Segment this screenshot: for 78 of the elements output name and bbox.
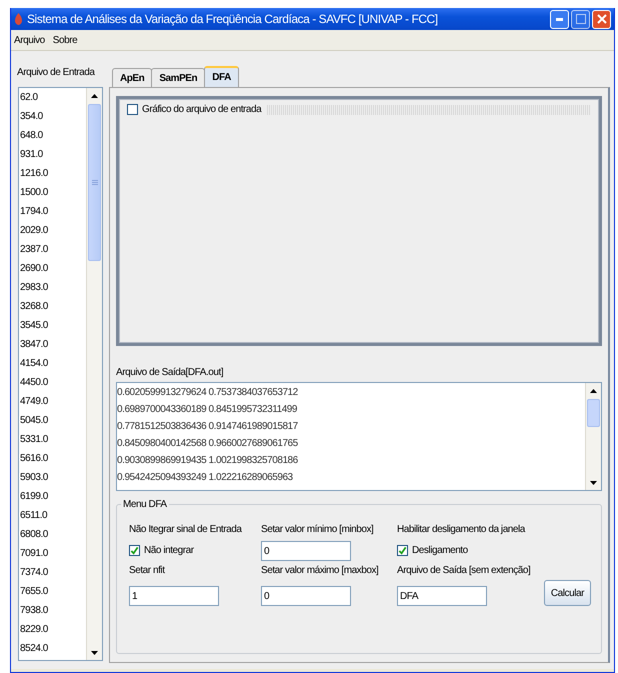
field-label: Setar valor máximo [maxbox]: [261, 565, 380, 576]
list-item[interactable]: 7655.0: [20, 582, 86, 601]
app-icon: [14, 13, 23, 25]
list-item[interactable]: 3268.0: [20, 297, 86, 316]
grip-icon: [92, 180, 98, 185]
list-item[interactable]: 4749.0: [20, 392, 86, 411]
list-item[interactable]: 931.0: [20, 145, 86, 164]
scroll-up-icon[interactable]: [91, 94, 98, 98]
field-label: Setar nfit: [129, 565, 166, 576]
input-field[interactable]: 0: [261, 541, 351, 561]
list-item[interactable]: 5331.0: [20, 430, 86, 449]
field-label: Arquivo de Saída [sem extenção]: [397, 565, 532, 576]
list-item[interactable]: 2983.0: [20, 278, 86, 297]
checkbox[interactable]: [127, 104, 138, 115]
menu-item[interactable]: Arquivo: [14, 34, 45, 46]
list-item[interactable]: 62.0: [20, 88, 86, 107]
scrollbar[interactable]: [86, 88, 102, 660]
output-text-area[interactable]: [116, 382, 602, 491]
field-label: Habilitar desligamento da janela: [397, 524, 526, 535]
output-line: 0.8450980400142568 0.9660027689061765: [117, 437, 299, 451]
output-label: Arquivo de Saída[DFA.out]: [116, 366, 224, 380]
list-item[interactable]: 8229.0: [20, 620, 86, 639]
maximize-icon: [576, 14, 586, 24]
calculate-button[interactable]: Calcular: [544, 580, 591, 606]
list-item[interactable]: 3847.0: [20, 335, 86, 354]
list-item[interactable]: 2387.0: [20, 240, 86, 259]
list-item[interactable]: 1794.0: [20, 202, 86, 221]
list-item[interactable]: 7374.0: [20, 563, 86, 582]
window-title: Sistema de Análises da Variação da Freqüência Cardíaca - SAVFC [UNIVAP - FCC]: [27, 12, 439, 26]
list-item[interactable]: 2029.0: [20, 221, 86, 240]
list-item[interactable]: 8524.0: [20, 639, 86, 658]
list-item[interactable]: 7091.0: [20, 544, 86, 563]
scroll-down-icon[interactable]: [91, 650, 98, 654]
tab[interactable]: DFA: [204, 66, 239, 87]
scroll-thumb[interactable]: [587, 399, 600, 427]
list-item[interactable]: 2690.0: [20, 259, 86, 278]
list-item[interactable]: 1500.0: [20, 183, 86, 202]
list-item[interactable]: 5616.0: [20, 449, 86, 468]
list-item[interactable]: 6511.0: [20, 506, 86, 525]
output-line: 0.9542425094393249 1.022216289065963: [117, 471, 294, 485]
minimize-button[interactable]: [550, 10, 569, 28]
list-item[interactable]: 1216.0: [20, 164, 86, 183]
output-line: 0.9030899869919435 1.0021998325708186: [117, 454, 299, 468]
list-item[interactable]: 6808.0: [20, 525, 86, 544]
list-item[interactable]: 354.0: [20, 107, 86, 126]
field-label: Setar valor mínimo [minbox]: [261, 524, 374, 535]
checkbox-label: Não integrar: [144, 544, 194, 556]
close-icon: [596, 14, 606, 24]
menu-item[interactable]: Sobre: [52, 34, 78, 46]
input-field[interactable]: DFA: [397, 586, 487, 606]
field-label: Não Itegrar sinal de Entrada: [129, 524, 243, 535]
scroll-down-icon[interactable]: [590, 480, 597, 484]
input-field[interactable]: 1: [129, 586, 219, 606]
list-item[interactable]: 648.0: [20, 126, 86, 145]
list-item[interactable]: 5903.0: [20, 468, 86, 487]
group-title: Menu DFA: [122, 499, 168, 510]
list-item[interactable]: 7938.0: [20, 601, 86, 620]
close-button[interactable]: [592, 10, 611, 28]
maximize-button[interactable]: [571, 10, 590, 28]
panel-label: Arquivo de Entrada: [17, 66, 96, 80]
list-item[interactable]: 6199.0: [20, 487, 86, 506]
output-line: 0.6020599913279624 0.7537384037653712: [117, 386, 299, 400]
checkbox-label: Gráfico do arquivo de entrada: [142, 104, 262, 115]
input-field[interactable]: 0: [261, 586, 351, 606]
scrollbar[interactable]: [585, 383, 601, 490]
minimize-icon: [556, 18, 564, 20]
list-item[interactable]: 4450.0: [20, 373, 86, 392]
checkbox[interactable]: [397, 544, 408, 556]
scroll-up-icon[interactable]: [590, 388, 597, 392]
output-line: 0.7781512503836436 0.9147461989015817: [117, 420, 299, 434]
list-item[interactable]: 4154.0: [20, 354, 86, 373]
checkbox[interactable]: [129, 544, 140, 556]
checkbox-label: Desligamento: [412, 544, 468, 556]
output-line: 0.6989700043360189 0.8451995732311499: [117, 403, 298, 417]
scroll-thumb[interactable]: [88, 104, 101, 261]
list-item[interactable]: 5045.0: [20, 411, 86, 430]
tab[interactable]: ApEn: [112, 68, 152, 87]
list-item[interactable]: 3545.0: [20, 316, 86, 335]
